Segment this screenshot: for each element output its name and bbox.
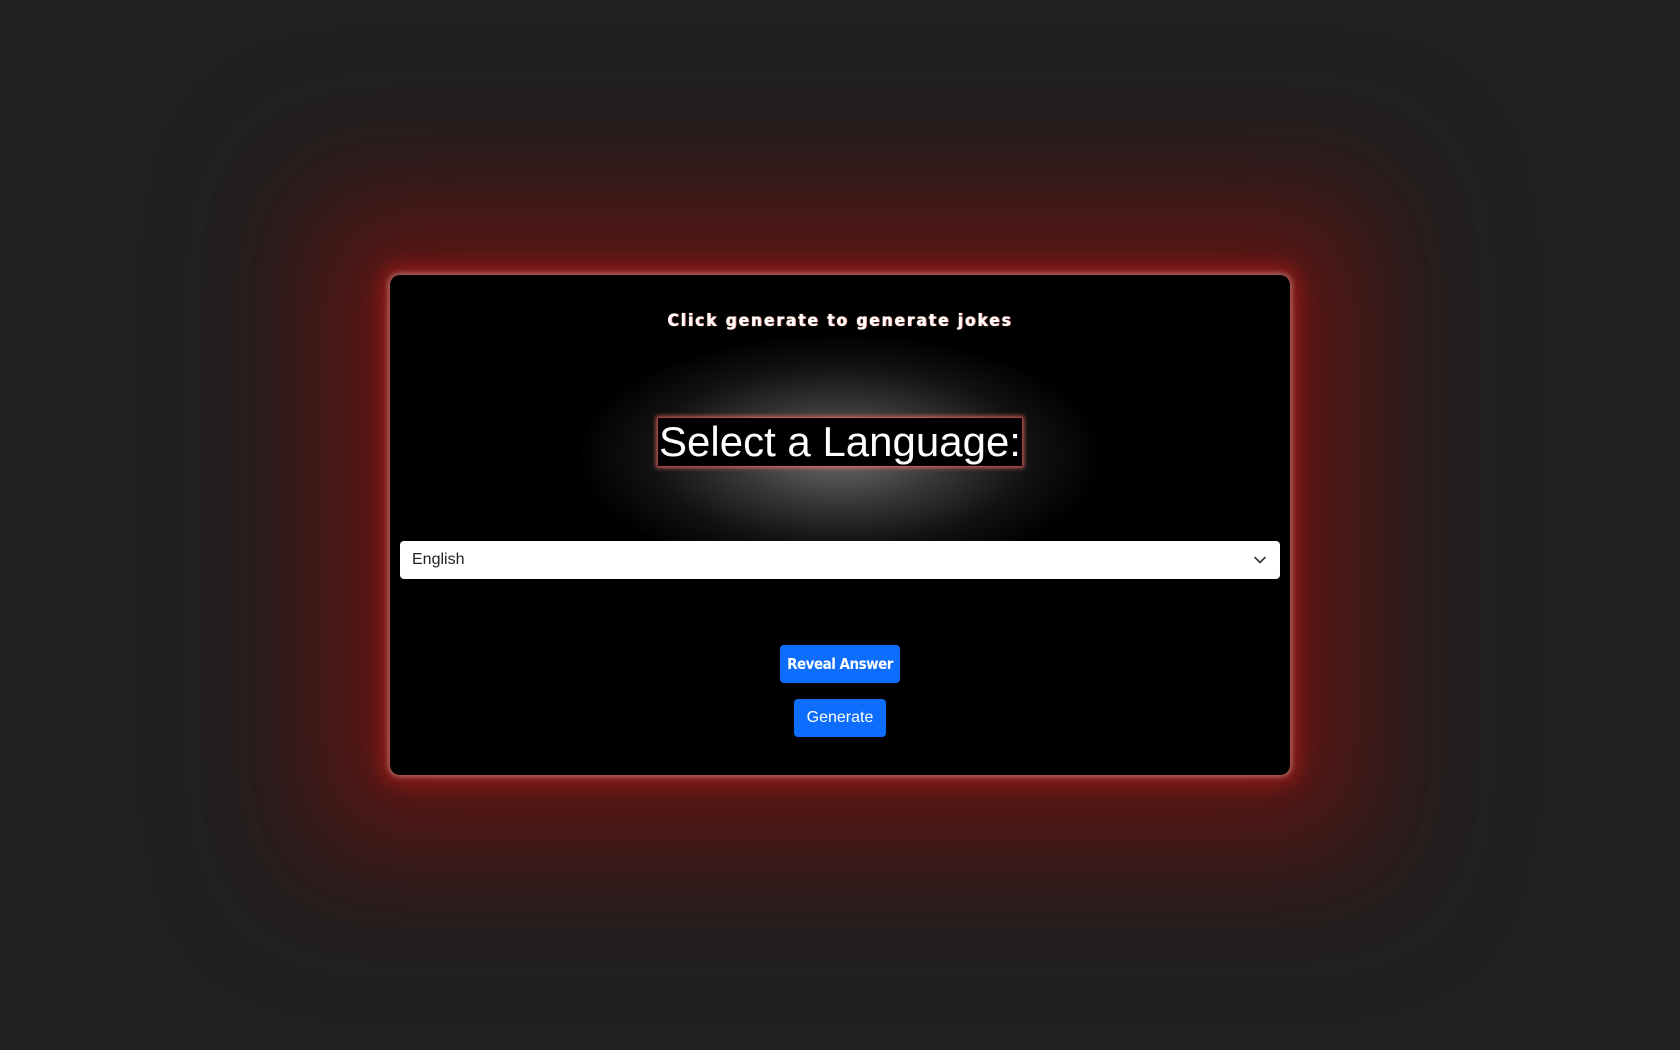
reveal-answer-button[interactable]: Reveal Answer bbox=[780, 645, 900, 683]
joke-card: Click generate to generate jokes Select … bbox=[390, 275, 1290, 775]
generate-button[interactable]: Generate bbox=[794, 699, 886, 737]
language-select-value: English bbox=[412, 551, 465, 568]
language-select[interactable]: English bbox=[400, 541, 1280, 579]
chevron-down-icon bbox=[1252, 552, 1268, 568]
page-title: Select a Language: bbox=[658, 418, 1022, 466]
subtitle: Click generate to generate jokes bbox=[667, 311, 1013, 331]
heading-container: Select a Language: bbox=[390, 418, 1290, 466]
